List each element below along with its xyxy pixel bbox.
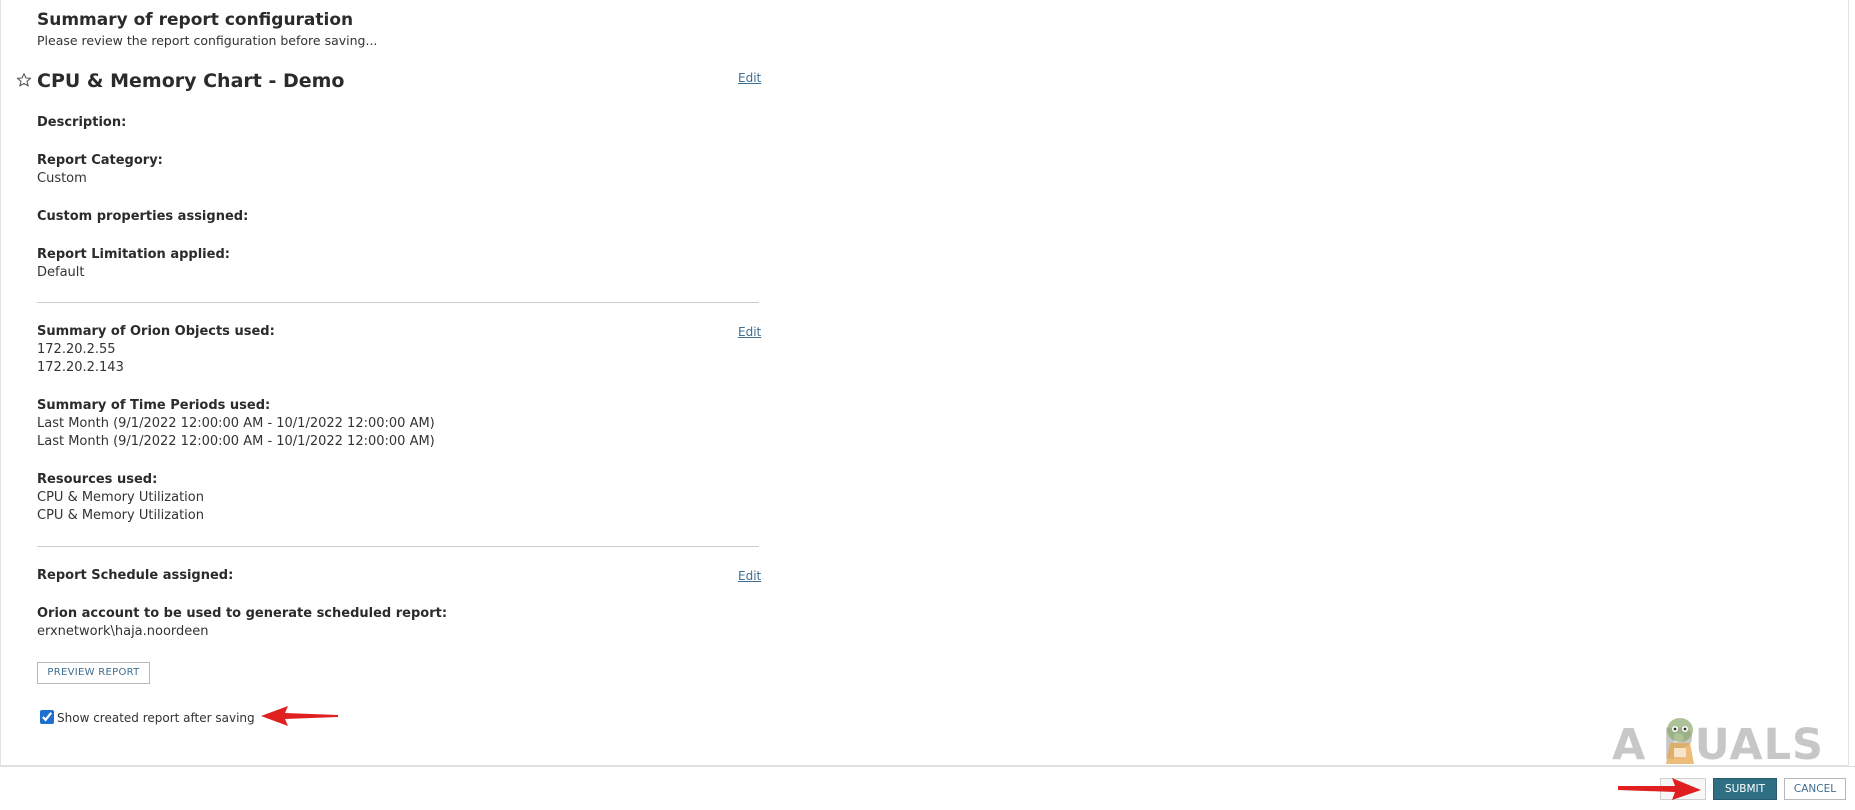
description-label: Description:	[37, 115, 127, 130]
resource-item: CPU & Memory Utilization	[37, 508, 204, 523]
page-subtitle: Please review the report configuration b…	[37, 33, 378, 48]
edit-schedule-link[interactable]: Edit	[738, 569, 761, 583]
custom-properties-label: Custom properties assigned:	[37, 209, 249, 224]
resources-label: Resources used:	[37, 472, 158, 487]
time-period-item: Last Month (9/1/2022 12:00:00 AM - 10/1/…	[37, 434, 435, 449]
preview-report-button[interactable]: PREVIEW REPORT	[37, 662, 150, 684]
report-schedule-label: Report Schedule assigned:	[37, 568, 234, 583]
star-outline-icon[interactable]	[16, 72, 32, 88]
orion-objects-label: Summary of Orion Objects used:	[37, 324, 275, 339]
orion-object-item: 172.20.2.55	[37, 342, 116, 357]
show-report-after-saving-label[interactable]: Show created report after saving	[57, 711, 255, 725]
page-title: Summary of report configuration	[37, 10, 354, 30]
watermark-text: A PUALS	[1612, 720, 1825, 770]
show-report-after-saving-checkbox[interactable]	[40, 710, 54, 724]
report-category-value: Custom	[37, 171, 87, 186]
report-wizard-summary-page: Summary of report configuration Please r…	[0, 0, 1855, 810]
report-category-label: Report Category:	[37, 153, 163, 168]
report-limitation-label: Report Limitation applied:	[37, 247, 230, 262]
summary-panel	[0, 0, 1849, 766]
resource-item: CPU & Memory Utilization	[37, 490, 204, 505]
appuals-watermark: A PUALS	[1612, 712, 1825, 774]
edit-report-properties-link[interactable]: Edit	[738, 71, 761, 85]
mascot-icon	[1666, 718, 1694, 764]
section-divider	[37, 546, 759, 547]
cancel-button[interactable]: CANCEL	[1784, 778, 1846, 800]
orion-object-item: 172.20.2.143	[37, 360, 124, 375]
report-name: CPU & Memory Chart - Demo	[37, 70, 345, 92]
section-divider	[37, 302, 759, 303]
submit-button[interactable]: SUBMIT	[1713, 778, 1777, 800]
orion-account-label: Orion account to be used to generate sch…	[37, 606, 448, 621]
time-period-item: Last Month (9/1/2022 12:00:00 AM - 10/1/…	[37, 416, 435, 431]
annotation-arrow-icon	[261, 706, 338, 726]
annotation-arrow-icon	[1618, 778, 1701, 800]
edit-objects-link[interactable]: Edit	[738, 325, 761, 339]
orion-account-value: erxnetwork\haja.noordeen	[37, 624, 209, 639]
report-limitation-value: Default	[37, 265, 85, 280]
footer-divider	[0, 766, 1855, 767]
time-periods-label: Summary of Time Periods used:	[37, 398, 271, 413]
